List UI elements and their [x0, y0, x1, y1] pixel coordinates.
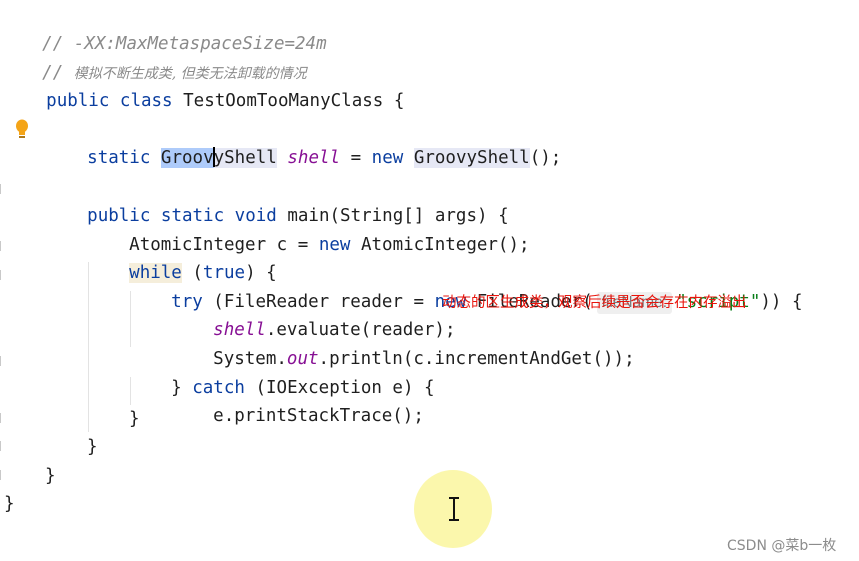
fold-marker[interactable]: [0, 270, 5, 280]
fold-marker[interactable]: [0, 356, 5, 366]
comment-line-1: // -XX:MaxMetaspaceSize=24m: [42, 34, 327, 54]
closing-brace: }: [129, 409, 140, 429]
field-declaration: static GroovyShell shell = new GroovyShe…: [87, 147, 562, 168]
text-cursor-icon: [449, 497, 459, 521]
groovyshell-type[interactable]: GroovyShell: [160, 147, 277, 168]
indent-guide: [130, 377, 131, 405]
evaluate-call: shell.evaluate(reader);: [213, 320, 456, 340]
watermark: CSDN @菜b一枚: [727, 538, 837, 554]
closing-brace: }: [4, 494, 15, 514]
try-statement: try (FileReader reader = new FileReader(…: [171, 292, 803, 314]
catch-clause: } catch (IOException e) {: [171, 378, 435, 398]
closing-brace: }: [87, 437, 98, 457]
lightbulb-icon[interactable]: [14, 119, 30, 141]
closing-brace: }: [45, 466, 56, 486]
print-stack-trace: e.printStackTrace();: [213, 406, 424, 426]
println-call: System.out.println(c.incrementAndGet());: [213, 349, 635, 369]
fold-marker[interactable]: [0, 470, 5, 480]
class-declaration: public class TestOomTooManyClass {: [46, 91, 405, 111]
while-statement: while (true) {: [129, 263, 277, 283]
indent-guide: [130, 291, 131, 347]
fold-marker[interactable]: [0, 184, 5, 194]
fold-marker[interactable]: [0, 413, 5, 423]
atomic-declaration: AtomicInteger c = new AtomicInteger();: [129, 235, 530, 255]
fold-marker[interactable]: [0, 441, 5, 451]
main-method-signature: public static void main(String[] args) {: [87, 206, 509, 226]
indent-guide: [88, 262, 89, 432]
fold-marker[interactable]: [0, 241, 5, 251]
comment-line-2: // 模拟不断生成类, 但类无法卸载的情况: [42, 63, 307, 83]
annotation-note: 动态的区生成类，观察后续是否会存在内存溢出: [442, 295, 747, 311]
